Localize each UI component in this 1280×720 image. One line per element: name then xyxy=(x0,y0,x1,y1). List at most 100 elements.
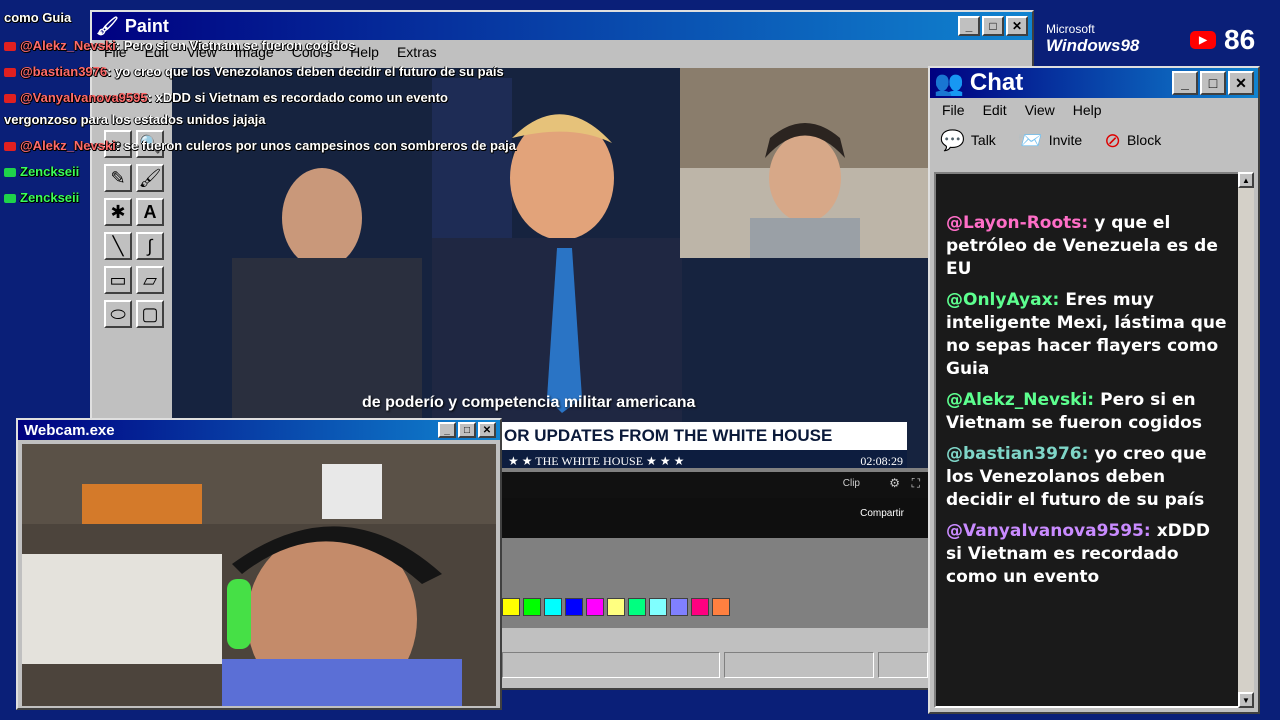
minimize-button[interactable]: _ xyxy=(438,422,456,438)
color-swatch[interactable] xyxy=(712,598,730,616)
chat-username[interactable]: @VanyaIvanova9595: xyxy=(946,521,1151,541)
color-palette xyxy=(502,598,730,616)
webcam-titlebar[interactable]: Webcam.exe _ □ ✕ xyxy=(18,420,500,440)
chat-username[interactable]: @Alekz_Nevski: xyxy=(946,390,1094,410)
pencil-icon[interactable]: ✎ xyxy=(104,164,132,192)
paint-titlebar[interactable]: 🖌 Paint _ □ ✕ xyxy=(92,12,1032,40)
youtube-icon xyxy=(4,68,16,78)
chat-log[interactable]: @Layon-Roots: y que el petróleo de Venezu… xyxy=(934,172,1240,708)
overlay-line: @Alekz_Nevski: Pero si en Vietnam se fue… xyxy=(4,38,355,53)
video-info: Compartir xyxy=(502,498,930,538)
viewer-count-value: 86 xyxy=(1224,24,1256,55)
talk-label: Talk xyxy=(970,132,996,148)
player-controls: Clip ⚙ ⛶ xyxy=(502,472,930,498)
color-swatch[interactable] xyxy=(523,598,541,616)
invite-button[interactable]: 📨 Invite xyxy=(1018,128,1082,153)
video-frame: de poderío y competencia militar america… xyxy=(172,68,930,468)
close-button[interactable]: ✕ xyxy=(478,422,496,438)
overlay-user: @Alekz_Nevski xyxy=(20,138,116,153)
chat-username[interactable]: @bastian3976: xyxy=(946,444,1088,464)
maximize-button[interactable]: □ xyxy=(1200,71,1226,95)
paint-title: Paint xyxy=(124,15,169,36)
rounded-rectangle-icon[interactable]: ▢ xyxy=(136,300,164,328)
chat-scrollbar[interactable]: ▲ ▼ xyxy=(1238,172,1254,708)
menu-extras[interactable]: Extras xyxy=(397,44,437,60)
brush-icon[interactable]: 🖌 xyxy=(136,164,164,192)
status-cell xyxy=(502,652,720,678)
menu-view[interactable]: View xyxy=(1025,102,1055,118)
overlay-text: : xDDD si Vietnam es recordado como un e… xyxy=(147,90,448,105)
polygon-icon[interactable]: ▱ xyxy=(136,266,164,294)
overlay-user: @Alekz_Nevski xyxy=(20,38,116,53)
chat-message: @Layon-Roots: y que el petróleo de Venezu… xyxy=(946,212,1228,281)
chat-app-icon: 👥 xyxy=(934,69,964,97)
rectangle-icon[interactable]: ▭ xyxy=(104,266,132,294)
webcam-window: Webcam.exe _ □ ✕ xyxy=(16,418,502,710)
overlay-user: @VanyaIvanova9595 xyxy=(20,90,148,105)
menu-file[interactable]: File xyxy=(942,102,965,118)
chat-title: Chat xyxy=(969,69,1024,96)
curve-icon[interactable]: ∫ xyxy=(136,232,164,260)
overlay-text: vergonzoso para los estados unidos jajaj… xyxy=(4,112,266,127)
chat-titlebar[interactable]: 👥 Chat _ □ ✕ xyxy=(930,68,1258,98)
overlay-line: @bastian3976: yo creo que los Venezolano… xyxy=(4,64,504,79)
chat-username[interactable]: @OnlyAyax: xyxy=(946,290,1059,310)
kick-icon xyxy=(4,194,16,204)
banner-subtitle: ★ ★ THE WHITE HOUSE ★ ★ ★ xyxy=(508,454,685,468)
block-button[interactable]: ⊘ Block xyxy=(1104,128,1161,153)
menu-help[interactable]: Help xyxy=(1073,102,1102,118)
youtube-icon xyxy=(4,42,16,52)
settings-icon[interactable]: ⚙ xyxy=(889,476,900,490)
clip-button[interactable]: Clip xyxy=(843,478,860,489)
overlay-user: Zenckseii xyxy=(20,164,80,179)
invite-label: Invite xyxy=(1048,132,1083,148)
scroll-down-button[interactable]: ▼ xyxy=(1238,692,1254,708)
text-icon[interactable]: A xyxy=(136,198,164,226)
chat-toolbar: 💬 Talk 📨 Invite ⊘ Block xyxy=(930,122,1258,158)
chat-username[interactable]: @Layon-Roots: xyxy=(946,213,1088,233)
fullscreen-icon[interactable]: ⛶ xyxy=(912,476,920,491)
overlay-fragment: como Guia xyxy=(4,10,72,25)
chat-message: @VanyaIvanova9595: xDDD si Vietnam es rec… xyxy=(946,520,1228,589)
minimize-button[interactable]: _ xyxy=(1172,71,1198,95)
overlay-line: vergonzoso para los estados unidos jajaj… xyxy=(4,112,266,127)
color-swatch[interactable] xyxy=(544,598,562,616)
color-swatch[interactable] xyxy=(607,598,625,616)
chat-window: 👥 Chat _ □ ✕ File Edit View Help 💬 Talk 📨… xyxy=(928,66,1260,714)
video-subtitle: de poderío y competencia militar america… xyxy=(362,394,696,411)
ellipse-icon[interactable]: ⬭ xyxy=(104,300,132,328)
windows98-logo: Microsoft Windows98 xyxy=(1046,22,1139,56)
youtube-icon xyxy=(4,142,16,152)
airbrush-icon[interactable]: ✱ xyxy=(104,198,132,226)
block-icon: ⊘ xyxy=(1104,129,1121,152)
maximize-button[interactable]: □ xyxy=(458,422,476,438)
overlay-line: @Alekz_Nevski: se fueron culeros por uno… xyxy=(4,138,516,153)
share-button[interactable]: Compartir xyxy=(860,508,904,519)
status-cell xyxy=(878,652,928,678)
maximize-button[interactable]: □ xyxy=(982,16,1004,36)
youtube-icon xyxy=(4,94,16,104)
talk-button[interactable]: 💬 Talk xyxy=(940,128,996,153)
microsoft-label: Microsoft xyxy=(1046,22,1095,36)
color-swatch[interactable] xyxy=(670,598,688,616)
webcam-title: Webcam.exe xyxy=(24,421,115,439)
color-swatch[interactable] xyxy=(691,598,709,616)
viewer-count: ▶ 86 xyxy=(1190,24,1255,56)
overlay-line: Zenckseii xyxy=(4,190,79,205)
overlay-line: @VanyaIvanova9595: xDDD si Vietnam es re… xyxy=(4,90,448,105)
color-swatch[interactable] xyxy=(502,598,520,616)
color-swatch[interactable] xyxy=(565,598,583,616)
menu-edit[interactable]: Edit xyxy=(983,102,1007,118)
paint-statusbar xyxy=(502,652,932,680)
kick-icon xyxy=(4,168,16,178)
color-swatch[interactable] xyxy=(649,598,667,616)
color-swatch[interactable] xyxy=(586,598,604,616)
close-button[interactable]: ✕ xyxy=(1006,16,1028,36)
chat-menubar: File Edit View Help xyxy=(930,98,1258,122)
scroll-up-button[interactable]: ▲ xyxy=(1238,172,1254,188)
minimize-button[interactable]: _ xyxy=(958,16,980,36)
color-swatch[interactable] xyxy=(628,598,646,616)
line-icon[interactable]: ╲ xyxy=(104,232,132,260)
close-button[interactable]: ✕ xyxy=(1228,71,1254,95)
status-cell xyxy=(724,652,874,678)
